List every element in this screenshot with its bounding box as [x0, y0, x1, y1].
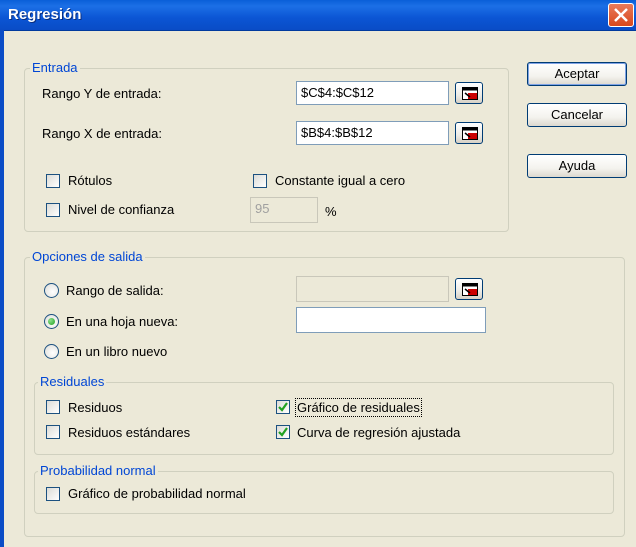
cancel-button[interactable]: Cancelar	[527, 103, 627, 127]
range-select-icon	[462, 127, 478, 140]
input-group-title: Entrada	[30, 60, 80, 75]
output-range-radio[interactable]	[44, 283, 59, 298]
confidence-checkbox[interactable]	[46, 203, 60, 217]
residual-plots-checkbox[interactable]	[276, 400, 290, 414]
close-button[interactable]	[608, 3, 634, 27]
std-residuals-checkbox[interactable]	[46, 425, 60, 439]
checkmark-icon	[278, 402, 288, 412]
range-select-icon	[462, 283, 478, 296]
x-range-label: Rango X de entrada:	[42, 126, 162, 141]
y-range-label: Rango Y de entrada:	[42, 86, 162, 101]
line-fit-label: Curva de regresión ajustada	[297, 425, 461, 440]
confidence-input[interactable]: 95	[250, 197, 318, 223]
new-sheet-label: En una hoja nueva:	[66, 314, 179, 329]
new-book-label: En un libro nuevo	[66, 344, 168, 359]
residuals-group-title: Residuales	[38, 374, 107, 389]
range-select-icon	[462, 87, 478, 100]
checkmark-icon	[278, 427, 288, 437]
residuals-checkbox[interactable]	[46, 400, 60, 414]
output-group-title: Opciones de salida	[30, 249, 145, 264]
new-book-radio[interactable]	[44, 344, 59, 359]
output-range-input[interactable]	[296, 276, 449, 302]
window-border	[0, 30, 4, 547]
std-residuals-label: Residuos estándares	[68, 425, 191, 440]
confidence-unit: %	[325, 204, 337, 219]
labels-label: Rótulos	[68, 173, 113, 188]
residuals-group	[34, 382, 614, 455]
normal-plot-label: Gráfico de probabilidad normal	[68, 486, 246, 501]
radio-selected-dot	[48, 318, 55, 325]
constant-zero-checkbox[interactable]	[253, 174, 267, 188]
help-button[interactable]: Ayuda	[527, 154, 627, 178]
normal-plot-checkbox[interactable]	[46, 487, 60, 501]
title-bar	[0, 0, 636, 31]
output-range-label: Rango de salida:	[66, 283, 164, 298]
y-range-input[interactable]: $C$4:$C$12	[296, 81, 449, 105]
x-range-input[interactable]: $B$4:$B$12	[296, 121, 449, 145]
ok-button[interactable]: Aceptar	[527, 62, 627, 86]
y-range-collapse-button[interactable]	[455, 82, 483, 104]
residuals-label: Residuos	[68, 400, 123, 415]
confidence-label: Nivel de confianza	[68, 202, 175, 217]
normal-prob-group-title: Probabilidad normal	[38, 463, 158, 478]
new-sheet-radio[interactable]	[44, 314, 59, 329]
x-range-collapse-button[interactable]	[455, 122, 483, 144]
labels-checkbox[interactable]	[46, 174, 60, 188]
new-sheet-input[interactable]	[296, 307, 486, 333]
close-icon	[614, 8, 628, 22]
constant-zero-label: Constante igual a cero	[275, 173, 406, 188]
window-title: Regresión	[8, 6, 82, 23]
residual-plots-label: Gráfico de residuales	[295, 398, 422, 417]
line-fit-checkbox[interactable]	[276, 425, 290, 439]
output-range-collapse-button[interactable]	[455, 278, 483, 300]
